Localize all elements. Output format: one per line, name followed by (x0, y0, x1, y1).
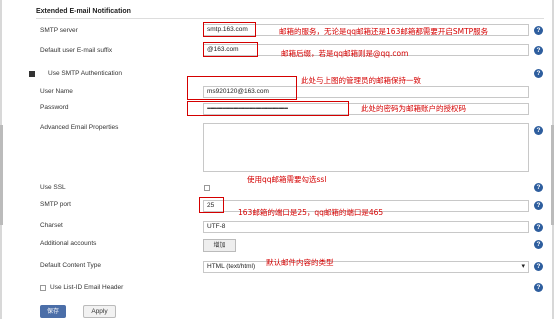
apply-button[interactable]: Apply (83, 305, 116, 318)
smtp-server-label: SMTP server (40, 27, 78, 34)
section-title: Extended E-mail Notification (36, 8, 131, 15)
content-type-select[interactable]: HTML (text/html) ▾ (203, 261, 529, 273)
additional-accounts-help-icon[interactable]: ? (534, 240, 543, 249)
use-ssl-checkbox[interactable] (204, 185, 210, 191)
section-divider (36, 18, 544, 19)
content-type-help-icon[interactable]: ? (534, 262, 543, 271)
save-button[interactable]: 保存 (40, 305, 66, 318)
user-name-annotation: 此处与上图的管理员的邮箱保持一致 (301, 76, 421, 85)
list-id-checkbox[interactable] (40, 285, 46, 291)
smtp-server-highlight (203, 22, 256, 37)
smtp-port-label: SMTP port (40, 201, 71, 208)
content-type-label: Default Content Type (40, 262, 101, 269)
use-ssl-annotation: 使用qq邮箱需要勾选ssl (247, 175, 327, 184)
user-name-highlight (187, 76, 297, 100)
additional-accounts-label: Additional accounts (40, 240, 97, 247)
content-type-value: HTML (text/html) (207, 263, 256, 270)
email-suffix-help-icon[interactable]: ? (534, 46, 543, 55)
smtp-server-help-icon[interactable]: ? (534, 26, 543, 35)
left-scroll-marker (0, 125, 3, 225)
charset-input[interactable]: UTF-8 (203, 221, 529, 233)
smtp-port-annotation: 163邮箱的端口是25，qq邮箱的端口是465 (238, 208, 384, 217)
use-ssl-label: Use SSL (40, 184, 66, 191)
email-suffix-annotation: 邮箱后缀，若是qq邮箱则是@qq.com (281, 49, 409, 58)
advanced-props-textarea[interactable] (203, 123, 529, 172)
charset-label: Charset (40, 222, 63, 229)
list-id-help-icon[interactable]: ? (534, 283, 543, 292)
password-label: Password (40, 104, 69, 111)
chevron-down-icon: ▾ (521, 263, 525, 270)
email-suffix-label: Default user E-mail suffix (40, 47, 113, 54)
smtp-auth-help-icon[interactable]: ? (534, 69, 543, 78)
smtp-auth-label: Use SMTP Authentication (48, 70, 122, 77)
charset-help-icon[interactable]: ? (534, 223, 543, 232)
list-id-label: Use List-ID Email Header (50, 284, 124, 291)
email-suffix-highlight (203, 42, 258, 57)
password-annotation: 此处的密码为邮箱账户的授权码 (361, 104, 466, 113)
smtp-port-help-icon[interactable]: ? (534, 201, 543, 210)
smtp-auth-checkbox[interactable] (29, 71, 35, 77)
smtp-server-annotation: 邮箱的服务，无论是qq邮箱还是163邮箱都需要开启SMTP服务 (279, 27, 489, 36)
user-name-label: User Name (40, 88, 73, 95)
content-type-annotation: 默认邮件内容的类型 (266, 258, 334, 267)
advanced-props-help-icon[interactable]: ? (534, 126, 543, 135)
password-highlight (187, 101, 349, 116)
smtp-port-highlight (199, 197, 224, 213)
use-ssl-help-icon[interactable]: ? (534, 183, 543, 192)
add-account-button[interactable]: 增加 (203, 239, 236, 252)
advanced-props-label: Advanced Email Properties (40, 124, 119, 131)
